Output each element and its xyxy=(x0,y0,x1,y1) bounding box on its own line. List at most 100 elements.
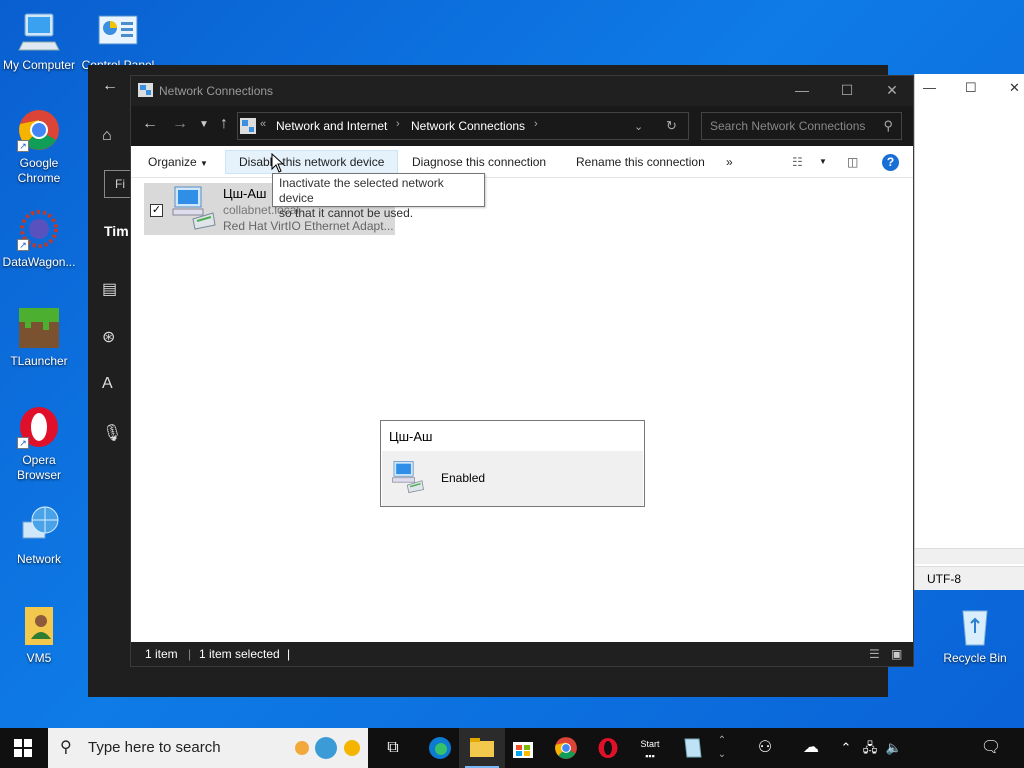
windows-logo-icon xyxy=(14,739,32,757)
desktop-icon-recycle-bin[interactable]: Recycle Bin xyxy=(936,603,1014,666)
desktop-icon-opera[interactable]: ↗ Opera Browser xyxy=(0,405,78,483)
notepad-window-fragment: — ☐ ✕ UTF-8 xyxy=(914,74,1024,590)
disable-device-tooltip: Inactivate the selected network device s… xyxy=(272,173,485,220)
network-adapter-icon xyxy=(391,460,425,494)
recent-locations-chevron-icon[interactable]: ▼ xyxy=(193,119,215,130)
rename-connection-button[interactable]: Rename this connection xyxy=(576,153,705,173)
breadcrumb-separator-icon[interactable]: › xyxy=(396,118,400,130)
microphone-icon[interactable]: 🎙 xyxy=(102,423,122,443)
chrome-icon[interactable] xyxy=(543,728,589,768)
breadcrumb-network-and-internet[interactable]: Network and Internet xyxy=(276,119,387,133)
opera-icon: ↗ xyxy=(17,405,61,449)
show-hidden-icons-chevron-icon[interactable]: ⌃ xyxy=(834,728,858,768)
control-panel-small-icon xyxy=(240,118,256,137)
settings-sidebar: ← ⌂ ▤ ⊛ A 🎙 xyxy=(88,65,130,697)
connection-status-popup: Цш-Аш Enabled xyxy=(380,420,645,507)
people-icon[interactable]: ⚇ xyxy=(742,728,788,768)
file-explorer-icon[interactable] xyxy=(459,728,505,768)
up-arrow-icon[interactable]: ↑ xyxy=(213,115,235,133)
large-icons-view-icon[interactable]: ▣ xyxy=(891,647,902,661)
mouse-cursor-icon xyxy=(271,152,285,173)
calendar-clock-icon[interactable]: ▤ xyxy=(102,279,117,299)
chevron-down-icon: ▼ xyxy=(200,159,208,168)
search-input[interactable]: Search Network Connections ⚲ xyxy=(701,112,902,140)
maximize-icon[interactable]: ☐ xyxy=(965,80,977,96)
item-checkbox[interactable]: ✓ xyxy=(150,204,163,217)
language-icon[interactable]: A xyxy=(102,375,113,393)
opera-icon[interactable] xyxy=(585,728,631,768)
edge-icon[interactable] xyxy=(417,728,463,768)
breadcrumb-separator-icon[interactable]: › xyxy=(534,118,538,130)
desktop-icon-google-chrome[interactable]: ↗ Google Chrome xyxy=(0,108,78,186)
volume-icon[interactable]: 🔈 xyxy=(882,728,906,768)
help-icon[interactable]: ? xyxy=(882,154,899,171)
gaming-icon[interactable]: ⊛ xyxy=(102,327,115,347)
chrome-icon: ↗ xyxy=(17,108,61,152)
address-bar-row: ← → ▼ ↑ « Network and Internet › Network… xyxy=(131,106,913,146)
desktop-icon-label: My Computer xyxy=(2,58,76,72)
taskbar-overflow-chevron-icon[interactable]: ⌃ ⌄ xyxy=(712,728,732,768)
control-panel-icon xyxy=(96,10,140,54)
selected-count: 1 item selected xyxy=(199,647,280,661)
address-dropdown-chevron-icon[interactable]: ⌄ xyxy=(634,120,643,133)
view-chevron-down-icon[interactable]: ▼ xyxy=(819,153,827,173)
taskbar-search-box[interactable]: ⚲ Type here to search xyxy=(48,728,368,768)
start-button[interactable] xyxy=(0,728,46,768)
notifications-icon[interactable]: 🗨 xyxy=(968,728,1014,768)
minimize-button[interactable]: — xyxy=(779,76,825,106)
datawagon-icon: ↗ xyxy=(17,207,61,251)
search-highlight-icon xyxy=(292,736,364,764)
minimize-icon[interactable]: — xyxy=(923,80,936,95)
shortcut-arrow-icon: ↗ xyxy=(17,140,29,152)
desktop-icon-network[interactable]: Network xyxy=(0,504,78,567)
desktop-icon-label: Network xyxy=(16,552,61,566)
diagnose-connection-button[interactable]: Diagnose this connection xyxy=(412,153,546,173)
onedrive-cloud-icon[interactable]: ☁ xyxy=(788,728,834,768)
maximize-button[interactable]: ☐ xyxy=(824,76,870,106)
window-title: Network Connections xyxy=(159,84,274,98)
microsoft-store-icon[interactable] xyxy=(500,728,546,768)
search-icon: ⚲ xyxy=(60,739,72,756)
preview-pane-icon[interactable]: ◫ xyxy=(847,153,858,173)
details-view-icon[interactable]: ☰ xyxy=(869,647,880,661)
command-bar: Organize ▼ Disable this network device D… xyxy=(131,146,913,178)
desktop-icon-vm5[interactable]: VM5 xyxy=(0,603,78,666)
more-commands-button[interactable]: » xyxy=(726,153,733,173)
back-arrow-icon[interactable]: ← xyxy=(139,115,161,133)
horizontal-scrollbar[interactable] xyxy=(915,548,1024,564)
organize-button[interactable]: Organize ▼ xyxy=(148,153,208,173)
view-options-icon[interactable]: ☷ xyxy=(792,153,803,173)
terminal-app-icon[interactable]: Start ▪▪▪ xyxy=(627,728,673,768)
connection-adapter: Red Hat VirtIO Ethernet Adapt... xyxy=(223,219,394,233)
forward-arrow-icon[interactable]: → xyxy=(169,115,191,133)
refresh-icon[interactable]: ↻ xyxy=(666,118,677,134)
recycle-bin-icon xyxy=(953,603,997,647)
breadcrumb-network-connections[interactable]: Network Connections xyxy=(411,119,525,133)
status-divider: | xyxy=(287,647,291,661)
taskbar: ⚲ Type here to search ⧉ Start ▪▪▪ ⌃ ⌄ ⚇ ☁ … xyxy=(0,728,1024,768)
home-icon[interactable]: ⌂ xyxy=(102,127,112,145)
network-status-icon[interactable]: 🖧 xyxy=(858,728,882,768)
disable-network-device-button[interactable]: Disable this network device xyxy=(225,150,399,174)
desktop-icon-label: DataWagon... xyxy=(2,255,76,269)
desktop-icon-datawagon[interactable]: ↗ DataWagon... xyxy=(0,207,78,270)
desktop-icon-control-panel[interactable]: Control Panel xyxy=(78,10,158,73)
task-view-icon[interactable]: ⧉ xyxy=(370,728,416,768)
network-connections-window: Network Connections — ☐ ✕ ← → ▼ ↑ « Netw… xyxy=(130,75,914,667)
network-globe-icon xyxy=(17,504,61,548)
desktop-icon-label: VM5 xyxy=(26,651,52,665)
back-arrow-icon[interactable]: ← xyxy=(102,77,118,95)
title-bar[interactable]: Network Connections — ☐ ✕ xyxy=(131,76,913,106)
settings-section-title: Tim xyxy=(104,223,129,239)
close-button[interactable]: ✕ xyxy=(869,76,915,106)
close-icon[interactable]: ✕ xyxy=(1009,80,1020,96)
desktop-icon-label: Recycle Bin xyxy=(943,651,1007,665)
item-count: 1 item xyxy=(145,647,178,661)
notepad-icon[interactable] xyxy=(669,728,715,768)
address-box[interactable]: « Network and Internet › Network Connect… xyxy=(237,112,689,140)
shortcut-arrow-icon: ↗ xyxy=(17,437,29,449)
desktop-icon-my-computer[interactable]: My Computer xyxy=(0,10,78,73)
connection-name: Цш-Аш xyxy=(223,186,267,201)
desktop-icon-tlauncher[interactable]: TLauncher xyxy=(0,306,78,369)
breadcrumb-overflow-icon[interactable]: « xyxy=(260,118,266,130)
